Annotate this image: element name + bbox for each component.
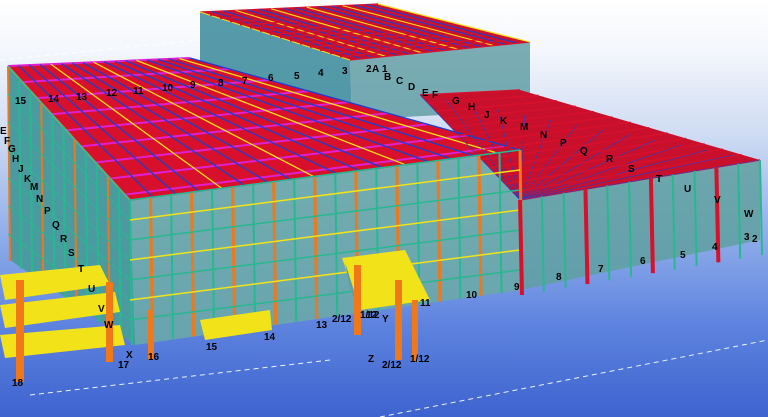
grid-label-S: S bbox=[628, 164, 635, 175]
grid-label-W: W bbox=[744, 209, 754, 220]
grid-label-R: R bbox=[606, 154, 614, 165]
grid-label-left-N: N bbox=[36, 194, 43, 205]
grid-label-6: 6 bbox=[268, 73, 274, 84]
grid-label-bottom-18: 18 bbox=[12, 378, 24, 389]
grid-label-left-V: V bbox=[98, 304, 105, 315]
grid-label-D: D bbox=[408, 82, 415, 93]
grid-label-G: G bbox=[452, 96, 460, 107]
annex-label-1-12: 1/12 bbox=[360, 310, 380, 321]
annex-label-x: X bbox=[126, 350, 133, 361]
grid-label-11: 11 bbox=[133, 86, 144, 97]
grid-label-3: 3 bbox=[342, 66, 348, 77]
grid-label-A: A bbox=[372, 64, 379, 75]
grid-label-K: K bbox=[500, 116, 508, 127]
grid-label-bottom-15: 15 bbox=[206, 342, 218, 353]
grid-label-left-T: T bbox=[78, 264, 84, 275]
grid-label-left-Q: Q bbox=[52, 220, 60, 231]
grid-label-bottom-3: 3 bbox=[744, 232, 750, 243]
grid-label-M: M bbox=[520, 122, 528, 133]
grid-label-left-U: U bbox=[88, 284, 95, 295]
column bbox=[313, 176, 319, 319]
column bbox=[518, 199, 524, 296]
grid-label-C: C bbox=[396, 76, 403, 87]
column bbox=[648, 178, 655, 274]
grid-label-4: 4 bbox=[318, 68, 324, 79]
grid-label-bottom-10: 10 bbox=[466, 290, 478, 301]
grid-label-H: H bbox=[468, 102, 475, 113]
grid-label-U: U bbox=[684, 184, 691, 195]
column bbox=[190, 192, 196, 337]
grid-label-bottom-5: 5 bbox=[680, 250, 686, 261]
annex-label-z: Z bbox=[368, 354, 374, 365]
grid-label-V: V bbox=[714, 195, 721, 206]
grid-label-left-R: R bbox=[60, 234, 68, 245]
grid-label-10: 10 bbox=[162, 83, 174, 94]
grid-label-5: 5 bbox=[294, 71, 300, 82]
grid-label-left-J: J bbox=[18, 164, 24, 175]
grid-label-15: 15 bbox=[15, 96, 27, 107]
grid-label-7: 7 bbox=[242, 76, 248, 87]
grid-label-bottom-6: 6 bbox=[640, 256, 646, 267]
grid-label-left-S: S bbox=[68, 248, 75, 259]
grid-label-bottom-16: 16 bbox=[148, 352, 160, 363]
grid-label-bottom-9: 9 bbox=[514, 282, 520, 293]
annex-label-2-12: 2/12 bbox=[332, 314, 352, 325]
grid-label-bottom-8: 8 bbox=[556, 272, 562, 283]
grid-label-F: F bbox=[432, 90, 438, 101]
grid-label-9: 9 bbox=[190, 80, 196, 91]
grid-label-left-P: P bbox=[44, 206, 51, 217]
model-viewport[interactable]: 15 14 13 12 11 10 9 8 7 6 5 4 3 2 1 A B C D E F G H J K M N P Q R S T U V… bbox=[0, 0, 768, 417]
column bbox=[583, 189, 590, 285]
grid-label-left-W: W bbox=[104, 320, 114, 331]
column bbox=[759, 159, 763, 256]
structural-model-view[interactable]: 15 14 13 12 11 10 9 8 7 6 5 4 3 2 1AB CDE FGHJKMNPQRSTUV… bbox=[0, 0, 768, 417]
grid-label-left-M: M bbox=[30, 182, 38, 193]
column bbox=[231, 186, 237, 331]
grid-label-B: B bbox=[384, 72, 391, 83]
grid-label-14: 14 bbox=[48, 94, 60, 105]
annex-label-y: Y bbox=[382, 314, 389, 325]
grid-label-8: 8 bbox=[218, 78, 224, 89]
grid-label-13: 13 bbox=[76, 92, 88, 103]
grid-label-bottom-17: 17 bbox=[118, 360, 130, 371]
grid-label-J: J bbox=[484, 110, 490, 121]
column bbox=[272, 181, 278, 325]
grid-label-bottom-14: 14 bbox=[264, 332, 276, 343]
grid-label-bottom-4: 4 bbox=[712, 242, 718, 253]
grid-label-T: T bbox=[656, 174, 662, 185]
grid-label-bottom-11: 11 bbox=[420, 298, 431, 309]
grid-label-12: 12 bbox=[106, 88, 118, 99]
grid-label-bottom-13: 13 bbox=[316, 320, 328, 331]
grid-label-bottom-7: 7 bbox=[598, 264, 604, 275]
grid-label-P: P bbox=[560, 138, 567, 149]
grid-label-Q: Q bbox=[580, 146, 588, 157]
annex-label-1-12b: 1/12 bbox=[410, 354, 430, 365]
grid-label-E: E bbox=[422, 88, 429, 99]
grid-label-N: N bbox=[540, 130, 547, 141]
annex-label-2-12b: 2/12 bbox=[382, 360, 402, 371]
grid-label-bottom-2: 2 bbox=[752, 234, 758, 245]
